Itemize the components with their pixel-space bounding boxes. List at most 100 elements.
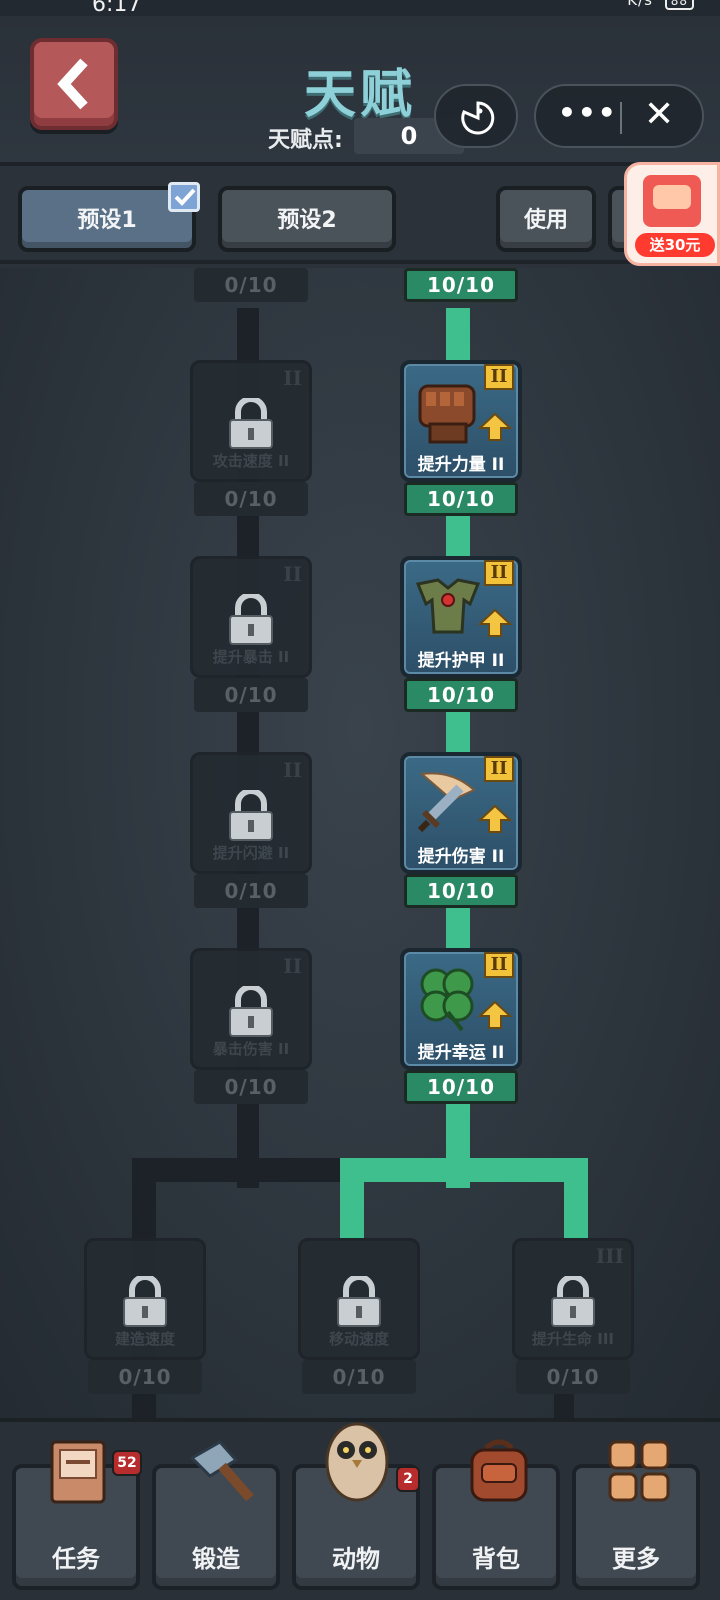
promo-gift-widget[interactable]: 送30元 (624, 162, 720, 266)
branch-green-left (340, 1158, 364, 1238)
battery-icon: 88 (664, 0, 694, 10)
task-book-icon (50, 1440, 106, 1504)
tab-label: 任务 (52, 1545, 100, 1573)
tier-badge: II (484, 560, 514, 586)
red-packet-icon (643, 175, 701, 227)
bottom-nav: 52 任务 锻造 2 动物 背包 更多 (0, 1418, 720, 1600)
talent-count: 10/10 (404, 1070, 518, 1104)
talent-points-label: 天赋点: (268, 128, 343, 153)
animals-badge: 2 (396, 1466, 420, 1492)
game-center-button[interactable] (434, 84, 518, 148)
tab-label: 更多 (612, 1545, 660, 1573)
grid-menu-icon (608, 1440, 670, 1502)
upgrade-arrow-icon (478, 1000, 512, 1029)
talent-node-luck[interactable]: II 提升幸运 II 10/10 (400, 948, 522, 1106)
backpack-icon (470, 1439, 528, 1502)
upgrade-arrow-icon (478, 608, 512, 637)
tier-badge: II (484, 364, 514, 390)
tab-label: 动物 (332, 1545, 380, 1573)
tab-forge[interactable]: 锻造 (152, 1440, 280, 1590)
talent-count: 0/10 (516, 1360, 630, 1394)
owl-icon (325, 1422, 389, 1502)
talent-count: 0/10 (194, 268, 308, 302)
sword-icon (417, 772, 476, 833)
talent-name: 提升暴击 II (212, 648, 290, 666)
lock-icon (229, 986, 273, 1037)
talent-count: 0/10 (194, 678, 308, 712)
selected-check-icon (168, 182, 200, 212)
talent-node-attack-speed[interactable]: II 攻击速度 II 0/10 (190, 360, 312, 518)
close-icon[interactable]: ✕ (644, 94, 674, 135)
talent-count: 0/10 (194, 874, 308, 908)
armor-icon (415, 578, 481, 634)
tier-badge: II (283, 562, 302, 586)
talent-node-locked[interactable]: 0/10 (190, 268, 312, 304)
talent-node-build-speed[interactable]: 建造速度 0/10 (84, 1238, 206, 1396)
promo-label: 送30元 (635, 233, 715, 257)
tab-tasks[interactable]: 52 任务 (12, 1440, 142, 1590)
tab-bag[interactable]: 背包 (432, 1439, 560, 1590)
talent-name: 提升护甲 II (417, 651, 505, 671)
branch-green-right (564, 1158, 588, 1238)
tab-label: 背包 (472, 1545, 520, 1573)
capsule-divider (620, 102, 622, 134)
tab-label: 锻造 (192, 1545, 240, 1573)
fist-icon (418, 384, 476, 444)
network-speed: K/s (627, 0, 653, 9)
talent-count: 0/10 (194, 482, 308, 516)
lock-icon (229, 790, 273, 841)
talent-count: 10/10 (404, 678, 518, 712)
talent-node-strength[interactable]: II 提升力量 II 10/10 (400, 360, 522, 518)
talent-name: 提升幸运 II (417, 1043, 505, 1063)
lock-icon (551, 1276, 595, 1327)
talent-count: 10/10 (404, 268, 518, 302)
clock: 6:17 (92, 0, 142, 17)
branch-green-horizontal (340, 1158, 588, 1182)
talent-node-move-speed[interactable]: 移动速度 0/10 (298, 1238, 420, 1396)
lock-icon (123, 1276, 167, 1327)
talent-node-damage[interactable]: II 提升伤害 II 10/10 (400, 752, 522, 910)
tier-badge: II (283, 954, 302, 978)
talent-count: 10/10 (404, 482, 518, 516)
talent-node-crit[interactable]: II 提升暴击 II 0/10 (190, 556, 312, 714)
lock-icon (229, 594, 273, 645)
talent-count: 0/10 (88, 1360, 202, 1394)
talent-node-dodge[interactable]: II 提升闪避 II 0/10 (190, 752, 312, 910)
talent-node-health[interactable]: III 提升生命 III 0/10 (512, 1238, 634, 1396)
talent-count: 0/10 (302, 1360, 416, 1394)
use-button[interactable]: 使用 (496, 186, 596, 252)
preset-bar: 预设1 预设2 使用 (0, 168, 720, 264)
talent-name: 提升闪避 II (212, 844, 290, 862)
talent-node-crit-damage[interactable]: II 暴击伤害 II 0/10 (190, 948, 312, 1106)
tab-more[interactable]: 更多 (572, 1440, 700, 1590)
mini-program-capsule: ••• ✕ (534, 84, 704, 148)
tasks-badge: 52 (112, 1450, 142, 1476)
branch-dark-horizontal (132, 1158, 352, 1182)
talent-tree[interactable]: 0/10 II 攻击速度 II 0/10 II 提升暴击 II 0/10 II … (0, 268, 720, 1418)
lock-icon (229, 398, 273, 449)
talent-name: 攻击速度 II (212, 452, 290, 470)
talent-count: 0/10 (194, 1070, 308, 1104)
header: 天赋 天赋点: 0 ••• ✕ (0, 16, 720, 166)
talent-name: 移动速度 (328, 1330, 389, 1348)
tier-badge: II (484, 756, 514, 782)
upgrade-arrow-icon (478, 412, 512, 441)
tab-animals[interactable]: 2 动物 (292, 1422, 420, 1590)
talent-name: 暴击伤害 II (212, 1040, 290, 1058)
pacman-icon (461, 101, 495, 135)
upgrade-arrow-icon (478, 804, 512, 833)
talent-node-armor[interactable]: II 提升护甲 II 10/10 (400, 556, 522, 714)
clover-icon (420, 968, 474, 1032)
talent-name: 建造速度 (114, 1330, 175, 1348)
talent-count: 10/10 (404, 874, 518, 908)
preset-2-button[interactable]: 预设2 (218, 186, 396, 252)
talent-node-active[interactable]: 10/10 (400, 268, 522, 304)
tier-badge: III (595, 1244, 624, 1268)
system-indicators: K/s 88 (627, 0, 694, 10)
tier-badge: II (283, 758, 302, 782)
talent-name: 提升力量 II (417, 455, 505, 475)
hammer-icon (189, 1440, 254, 1502)
tier-badge: II (283, 366, 302, 390)
talent-name: 提升生命 III (532, 1330, 614, 1348)
more-options-icon[interactable]: ••• (558, 96, 618, 129)
